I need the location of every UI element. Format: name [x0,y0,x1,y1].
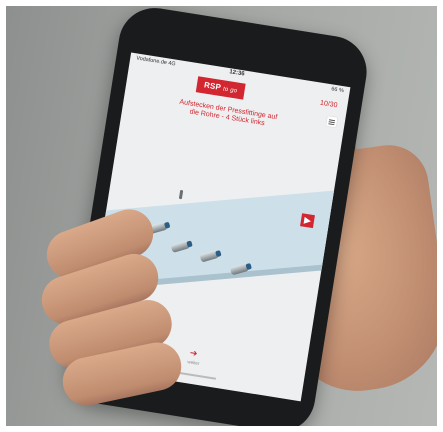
arrow-right-icon: ▶ [303,214,312,226]
instruction-text: Aufstecken der Pressfittinge auf die Roh… [178,98,278,128]
carrier-label: Vodafone.de 4G [135,55,177,68]
menu-icon-line [328,123,335,126]
photo-background: Vodafone.de 4G 12:36 66 % RSP to go 10/3… [0,0,443,432]
next-step-button[interactable]: ▶ [300,213,315,229]
battery-level: 66 % [330,86,345,95]
logo-sub: to go [222,86,238,95]
continue-label: weiter [187,359,200,366]
clock: 12:36 [228,69,245,78]
continue-arrow-icon[interactable]: ➔ [189,347,198,359]
logo-main: RSP [203,80,222,92]
app-logo: RSP to go [195,76,246,100]
menu-button[interactable] [326,116,338,128]
step-counter: 10/30 [319,99,338,110]
person-figure [178,189,184,200]
